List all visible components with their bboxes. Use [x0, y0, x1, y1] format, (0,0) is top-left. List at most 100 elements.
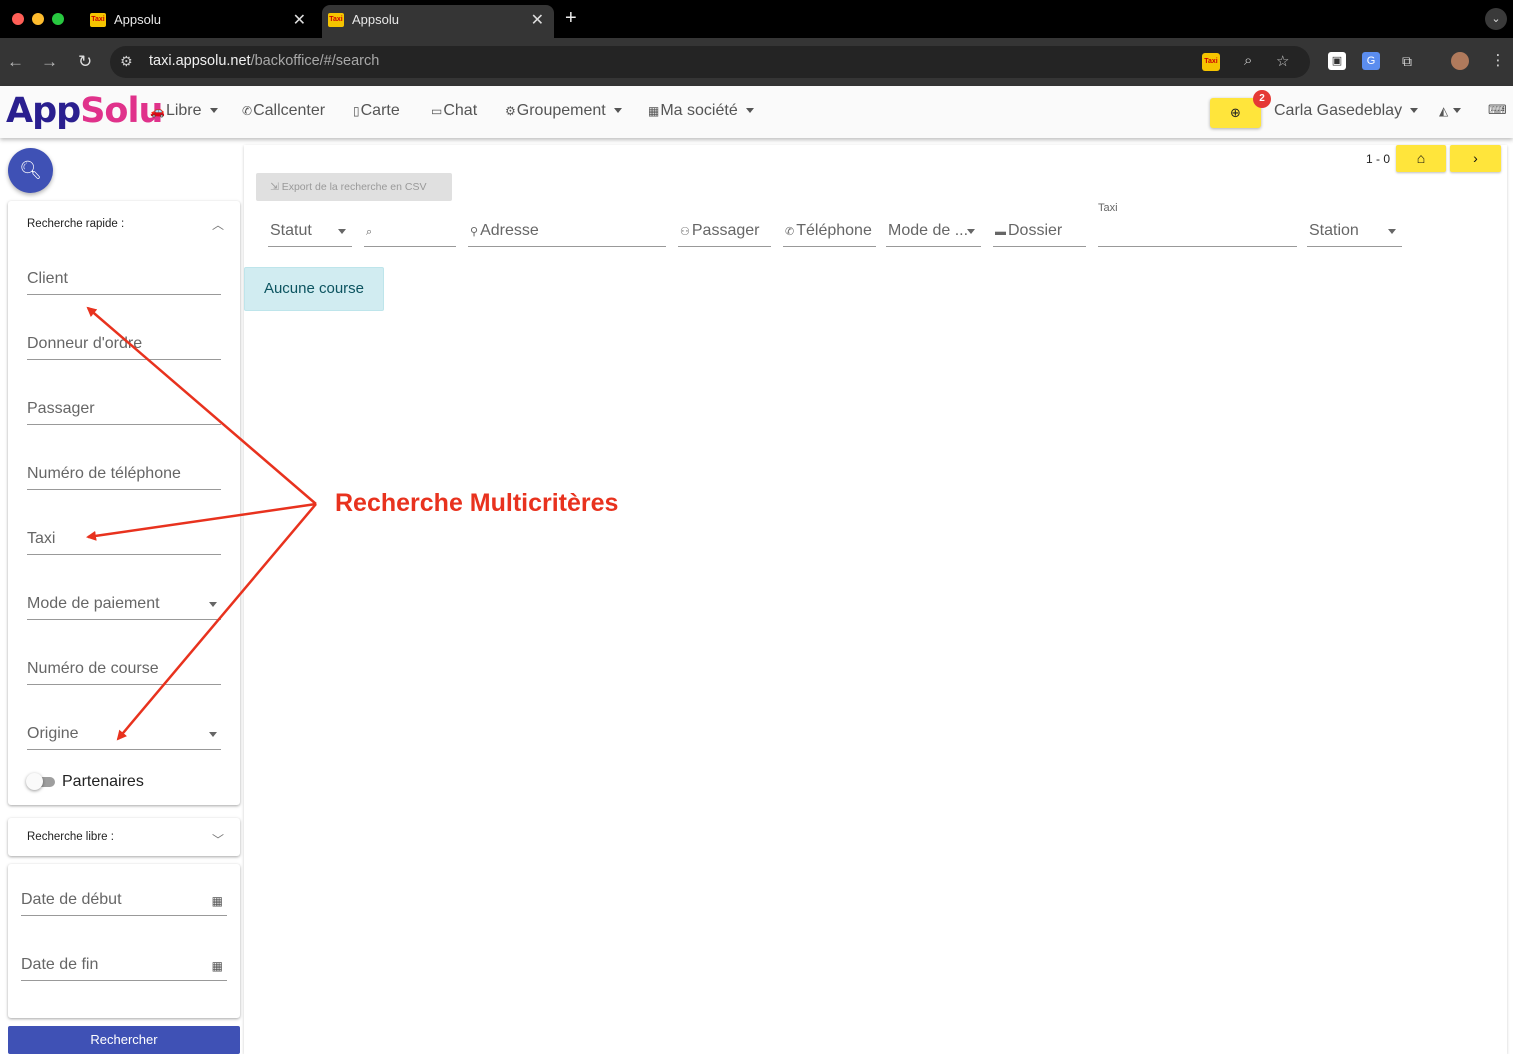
partners-label: Partenaires: [62, 773, 144, 790]
appsolu-logo[interactable]: AppSolu: [6, 91, 163, 131]
theme-menu[interactable]: ◭: [1439, 102, 1462, 120]
filter-dossier[interactable]: ▬ Dossier: [993, 214, 1086, 247]
folder-icon: ▬: [995, 226, 1006, 238]
menu-chat[interactable]: ▭Chat: [431, 102, 477, 120]
address-bar[interactable]: ⚙ taxi.appsolu.net/backoffice/#/search T…: [110, 46, 1310, 78]
dropdown-arrow-icon: [209, 602, 217, 607]
free-search-panel[interactable]: Recherche libre : ﹀: [8, 818, 240, 856]
search-button[interactable]: Rechercher: [8, 1026, 240, 1054]
date-end-field[interactable]: Date de fin ▦: [21, 951, 227, 981]
company-icon: ▦: [648, 104, 660, 118]
app-navbar: AppSolu 🚗Libre ✆Callcenter ▯Carte ▭Chat …: [0, 86, 1513, 138]
chevron-down-icon: [1410, 108, 1419, 114]
export-csv-button[interactable]: ⇲ Export de la recherche en CSV: [256, 173, 452, 201]
maximize-window-button[interactable]: [52, 13, 64, 25]
payment-mode-select[interactable]: Mode de paiement: [27, 590, 221, 620]
dropdown-arrow-icon: [338, 229, 346, 234]
quick-search-panel: Recherche rapide : ︿ Client Donneur d'or…: [8, 201, 240, 805]
filter-passager[interactable]: ⚇ Passager: [678, 214, 771, 247]
taxi-extension-icon[interactable]: Taxi: [1202, 53, 1220, 71]
browser-menu-icon[interactable]: ⋮: [1489, 52, 1507, 70]
search-icon: ⌕: [366, 226, 373, 238]
zoom-icon[interactable]: ⌕: [1244, 52, 1252, 69]
close-tab-icon[interactable]: ✕: [293, 10, 306, 30]
filter-statut[interactable]: Statut: [268, 214, 352, 247]
calendar-icon[interactable]: ▦: [212, 959, 223, 973]
notification-badge: 2: [1253, 90, 1271, 108]
profile-avatar[interactable]: [1451, 52, 1469, 70]
empty-results-message: Aucune course: [244, 267, 384, 311]
menu-groupement[interactable]: ⚙Groupement: [505, 102, 622, 120]
passager-field[interactable]: Passager: [27, 395, 221, 425]
globe-icon: ⊕: [1230, 105, 1241, 120]
menu-ma-societe[interactable]: ▦Ma société: [648, 102, 754, 120]
back-arrow-icon[interactable]: ←: [7, 52, 24, 72]
filter-station[interactable]: Station: [1307, 214, 1402, 247]
search-icon: 🔍︎: [19, 160, 42, 180]
menu-libre[interactable]: 🚗Libre: [150, 102, 218, 120]
keyboard-icon[interactable]: ⌨: [1488, 102, 1507, 118]
location-pin-icon: ⚲: [470, 226, 479, 238]
chat-icon: ▭: [431, 104, 443, 118]
menu-carte[interactable]: ▯Carte: [353, 102, 400, 120]
translate-extension-icon[interactable]: G: [1362, 52, 1380, 70]
extension-icon[interactable]: ▣: [1328, 52, 1346, 70]
chevron-down-icon: [209, 108, 218, 114]
group-icon: ⚙: [505, 104, 516, 118]
partners-toggle-knob[interactable]: [26, 773, 43, 790]
client-field[interactable]: Client: [27, 265, 221, 295]
close-tab-icon[interactable]: ✕: [531, 10, 544, 30]
map-icon: ▯: [353, 104, 360, 118]
filter-mode[interactable]: Mode de ...: [886, 214, 981, 247]
filter-telephone[interactable]: ✆ Téléphone: [783, 214, 876, 247]
date-range-panel: Date de début ▦ Date de fin ▦: [8, 864, 240, 1018]
browser-tab-1[interactable]: Taxi Appsolu ✕: [84, 5, 316, 38]
minimize-window-button[interactable]: [32, 13, 44, 25]
quick-search-title: Recherche rapide :: [27, 218, 125, 230]
tab-title: Appsolu: [352, 12, 399, 27]
taxi-field[interactable]: Taxi: [27, 525, 221, 555]
phone-icon: ✆: [242, 104, 253, 118]
puzzle-extensions-icon[interactable]: ⧉: [1398, 52, 1416, 70]
dropdown-arrow-icon: [1388, 229, 1396, 234]
chevron-down-icon: [745, 108, 754, 114]
dropdown-arrow-icon: [209, 732, 217, 737]
next-page-button[interactable]: ›: [1450, 145, 1501, 172]
filter-taxi-input[interactable]: [1098, 214, 1297, 247]
origine-select[interactable]: Origine: [27, 720, 221, 750]
donneur-ordre-field[interactable]: Donneur d'ordre: [27, 330, 221, 360]
home-button[interactable]: ⌂: [1396, 145, 1446, 172]
user-menu[interactable]: Carla Gasedeblay: [1274, 102, 1419, 120]
export-icon: ⇲: [270, 181, 282, 193]
new-tab-icon[interactable]: +: [565, 7, 577, 30]
chevron-up-icon[interactable]: ︿: [212, 216, 224, 233]
taxi-favicon-icon: Taxi: [90, 13, 106, 27]
chevron-down-icon[interactable]: ﹀: [212, 831, 224, 848]
dropdown-arrow-icon: [967, 229, 975, 234]
filter-adresse[interactable]: ⚲ Adresse: [468, 214, 666, 247]
search-toggle-button[interactable]: 🔍︎: [8, 148, 53, 193]
tab-title: Appsolu: [114, 12, 161, 27]
forward-arrow-icon[interactable]: →: [41, 52, 58, 72]
date-start-field[interactable]: Date de début ▦: [21, 886, 227, 916]
filter-search-input[interactable]: ⌕: [364, 214, 456, 247]
pager-count: 1 - 0: [1366, 152, 1391, 166]
tab-search-icon[interactable]: ⌄: [1485, 8, 1507, 30]
person-icon: ⚇: [680, 226, 690, 238]
filter-taxi-label: Taxi: [1098, 202, 1118, 214]
site-settings-icon[interactable]: ⚙: [120, 53, 133, 70]
chevron-down-icon: [1453, 108, 1462, 114]
close-window-button[interactable]: [12, 13, 24, 25]
annotation-label: Recherche Multicritères: [335, 489, 619, 517]
browser-tab-2[interactable]: Taxi Appsolu ✕: [322, 5, 554, 38]
telephone-field[interactable]: Numéro de téléphone: [27, 460, 221, 490]
menu-callcenter[interactable]: ✆Callcenter: [242, 102, 325, 120]
reload-icon[interactable]: ↻: [78, 52, 92, 72]
browser-tab-bar: Taxi Appsolu ✕ Taxi Appsolu ✕ + ⌄: [0, 0, 1513, 38]
calendar-icon[interactable]: ▦: [212, 894, 223, 908]
course-number-field[interactable]: Numéro de course: [27, 655, 221, 685]
browser-toolbar: ← → ↻ ⚙ taxi.appsolu.net/backoffice/#/se…: [0, 38, 1513, 86]
results-panel: [244, 145, 1507, 1054]
free-search-title: Recherche libre :: [27, 831, 114, 843]
bookmark-star-icon[interactable]: ☆: [1276, 52, 1289, 70]
